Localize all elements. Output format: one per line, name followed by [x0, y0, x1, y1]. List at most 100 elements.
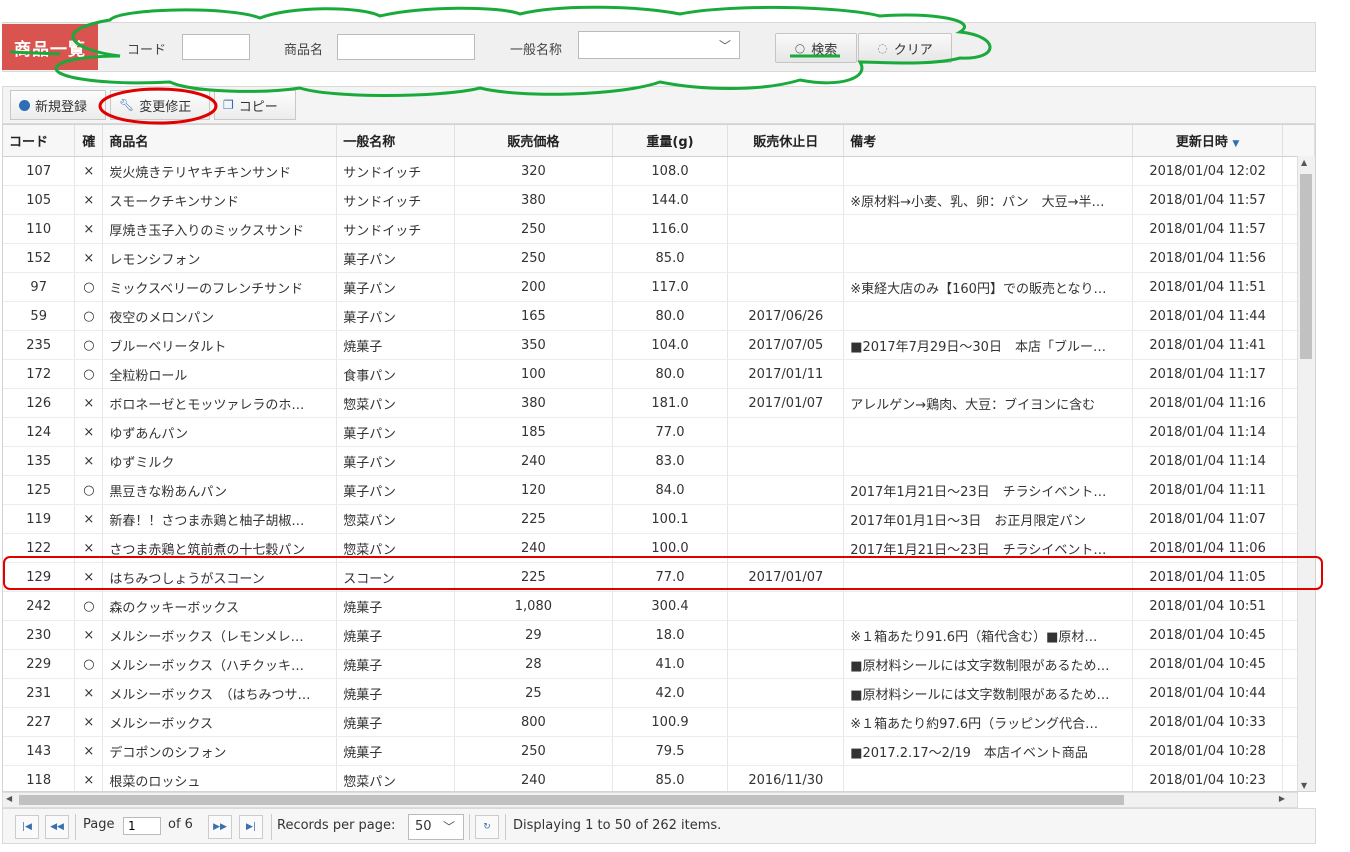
records-per-page-value: 50	[415, 819, 432, 834]
table-row[interactable]: 110 × 厚焼き玉子入りのミックスサンド サンドイッチ 250 116.0 2018/01…	[3, 214, 1315, 244]
cell-name: はちみつしょうがスコーン	[102, 562, 338, 592]
cell-stop-date	[727, 707, 845, 737]
table-row[interactable]: 230 × メルシーボックス（レモンメレ… 焼菓子 29 18.0 ※１箱あたり91.6円（…	[3, 620, 1315, 650]
table-row[interactable]: 119 × 新春！！さつま赤鶏と柚子胡椒… 惣菜パン 225 100.1 2017年01月1…	[3, 504, 1315, 534]
general-name-select[interactable]: ﹀	[578, 31, 740, 59]
col-header-updated[interactable]: 更新日時 ▼	[1132, 125, 1284, 157]
vertical-scroll-thumb[interactable]	[1300, 174, 1312, 359]
records-per-page-select[interactable]: 50 ﹀	[408, 814, 464, 840]
copy-button[interactable]: ❐ コピー	[214, 90, 296, 120]
cell-weight: 181.0	[612, 388, 729, 418]
col-header-notes[interactable]: 備考	[843, 125, 1134, 157]
col-header-price[interactable]: 販売価格	[454, 125, 613, 157]
cell-general: 惣菜パン	[336, 504, 456, 534]
cell-notes: ※原材料→小麦、乳、卵：パン 大豆→半…	[843, 185, 1134, 215]
next-page-icon[interactable]: ▶▶	[208, 815, 232, 839]
edit-button[interactable]: 🔧︎ 変更修正	[110, 90, 210, 120]
cell-confirm: ×	[74, 765, 104, 791]
cell-notes: ■原材料シールには文字数制限があるため…	[843, 678, 1134, 708]
scroll-down-icon[interactable]: ▼	[1301, 781, 1307, 790]
cell-price: 28	[454, 649, 613, 679]
cell-confirm: ○	[74, 330, 104, 360]
table-row[interactable]: 229 ○ メルシーボックス（ハチクッキ… 焼菓子 28 41.0 ■原材料シールには文字数…	[3, 649, 1315, 679]
cell-updated: 2018/01/04 10:45	[1132, 620, 1284, 650]
cell-name: 全粒粉ロール	[102, 359, 338, 389]
table-row[interactable]: 227 × メルシーボックス 焼菓子 800 100.9 ※１箱あたり約97.6円（ラッピン…	[3, 707, 1315, 737]
cell-general: 菓子パン	[336, 301, 456, 331]
table-row[interactable]: 97 ○ ミックスベリーのフレンチサンド 菓子パン 200 117.0 ※東経大店のみ【16…	[3, 272, 1315, 302]
table-row[interactable]: 124 × ゆずあんパン 菓子パン 185 77.0 2018/01/04 11:14	[3, 417, 1315, 447]
cell-stop-date	[727, 620, 845, 650]
table-row[interactable]: 135 × ゆずミルク 菓子パン 240 83.0 2018/01/04 11:14	[3, 446, 1315, 476]
table-row[interactable]: 126 × ボロネーゼとモッツァレラのホ… 惣菜パン 380 181.0 2017/01/0…	[3, 388, 1315, 418]
clear-icon: ◌	[877, 41, 888, 55]
table-row[interactable]: 129 × はちみつしょうがスコーン スコーン 225 77.0 2017/01/07 201…	[3, 562, 1315, 592]
col-header-name[interactable]: 商品名	[102, 125, 338, 157]
prev-page-icon[interactable]: ◀◀	[45, 815, 69, 839]
last-page-icon[interactable]: ▶|	[239, 815, 263, 839]
table-row[interactable]: 105 × スモークチキンサンド サンドイッチ 380 144.0 ※原材料→小麦、乳、卵：…	[3, 185, 1315, 215]
vertical-scrollbar[interactable]: ▲ ▼	[1297, 156, 1315, 791]
table-row[interactable]: 235 ○ ブルーベリータルト 焼菓子 350 104.0 2017/07/05 ■2017年…	[3, 330, 1315, 360]
table-row[interactable]: 118 × 根菜のロッシュ 惣菜パン 240 85.0 2016/11/30 2018/01/…	[3, 765, 1315, 791]
cell-stop-date	[727, 533, 845, 563]
code-input[interactable]	[182, 34, 250, 60]
cell-general: 菓子パン	[336, 446, 456, 476]
cell-code: 97	[3, 272, 76, 302]
table-row[interactable]: 172 ○ 全粒粉ロール 食事パン 100 80.0 2017/01/11 2018/01/0…	[3, 359, 1315, 389]
cell-name: 炭火焼きテリヤキチキンサンド	[102, 156, 338, 186]
cell-updated: 2018/01/04 10:44	[1132, 678, 1284, 708]
clear-button[interactable]: ◌ クリア	[858, 33, 952, 63]
cell-confirm: ×	[74, 562, 104, 592]
cell-confirm: ○	[74, 475, 104, 505]
table-row[interactable]: 107 × 炭火焼きテリヤキチキンサンド サンドイッチ 320 108.0 2018/01/…	[3, 156, 1315, 186]
cell-confirm: ×	[74, 678, 104, 708]
cell-code: 107	[3, 156, 76, 186]
cell-general: サンドイッチ	[336, 185, 456, 215]
table-row[interactable]: 152 × レモンシフォン 菓子パン 250 85.0 2018/01/04 11:56	[3, 243, 1315, 273]
cell-price: 250	[454, 243, 613, 273]
cell-stop-date: 2017/01/07	[727, 562, 845, 592]
cell-general: 惣菜パン	[336, 765, 456, 791]
horizontal-scroll-thumb[interactable]	[19, 795, 1124, 805]
new-button[interactable]: 新規登録	[10, 90, 106, 120]
cell-price: 320	[454, 156, 613, 186]
cell-confirm: ×	[74, 214, 104, 244]
cell-confirm: ○	[74, 301, 104, 331]
table-row[interactable]: 125 ○ 黒豆きな粉あんパン 菓子パン 120 84.0 2017年1月21日～23日 チ…	[3, 475, 1315, 505]
scroll-up-icon[interactable]: ▲	[1301, 158, 1307, 167]
refresh-icon[interactable]: ↻	[475, 815, 499, 839]
cell-notes	[843, 359, 1134, 389]
cell-weight: 83.0	[612, 446, 729, 476]
col-header-general[interactable]: 一般名称	[336, 125, 456, 157]
page-input[interactable]	[123, 817, 161, 835]
scroll-right-icon[interactable]: ▶	[1279, 794, 1285, 803]
col-header-confirm[interactable]: 確	[74, 125, 104, 157]
table-row[interactable]: 231 × メルシーボックス （はちみつサ… 焼菓子 25 42.0 ■原材料シールには文字…	[3, 678, 1315, 708]
cell-name: メルシーボックス	[102, 707, 338, 737]
table-row[interactable]: 59 ○ 夜空のメロンパン 菓子パン 165 80.0 2017/06/26 2018/01/…	[3, 301, 1315, 331]
cell-stop-date: 2016/11/30	[727, 765, 845, 791]
col-header-stop-date[interactable]: 販売休止日	[727, 125, 845, 157]
scroll-left-icon[interactable]: ◀	[6, 794, 12, 803]
col-header-code[interactable]: コード	[3, 125, 76, 157]
cell-price: 225	[454, 504, 613, 534]
product-table: コード 確 商品名 一般名称 販売価格 重量(g) 販売休止日 備考 更新日時 …	[3, 125, 1315, 791]
cell-code: 231	[3, 678, 76, 708]
sort-desc-icon: ▼	[1232, 139, 1240, 149]
col-header-weight[interactable]: 重量(g)	[612, 125, 729, 157]
table-row[interactable]: 242 ○ 森のクッキーボックス 焼菓子 1,080 300.4 2018/01/04 10…	[3, 591, 1315, 621]
cell-name: ゆずミルク	[102, 446, 338, 476]
cell-general: 菓子パン	[336, 475, 456, 505]
cell-weight: 100.0	[612, 533, 729, 563]
cell-price: 240	[454, 765, 613, 791]
search-button[interactable]: ○ 検索	[775, 33, 857, 63]
table-row[interactable]: 122 × さつま赤鶏と筑前煮の十七穀パン 惣菜パン 240 100.0 2017年1月21…	[3, 533, 1315, 563]
cell-stop-date: 2017/01/07	[727, 388, 845, 418]
table-row[interactable]: 143 × デコポンのシフォン 焼菓子 250 79.5 ■2017.2.17～2/19 本…	[3, 736, 1315, 766]
cell-notes	[843, 214, 1134, 244]
name-input[interactable]	[337, 34, 475, 60]
first-page-icon[interactable]: |◀	[15, 815, 39, 839]
horizontal-scrollbar[interactable]: ◀ ▶	[2, 792, 1298, 808]
cell-stop-date: 2017/01/11	[727, 359, 845, 389]
